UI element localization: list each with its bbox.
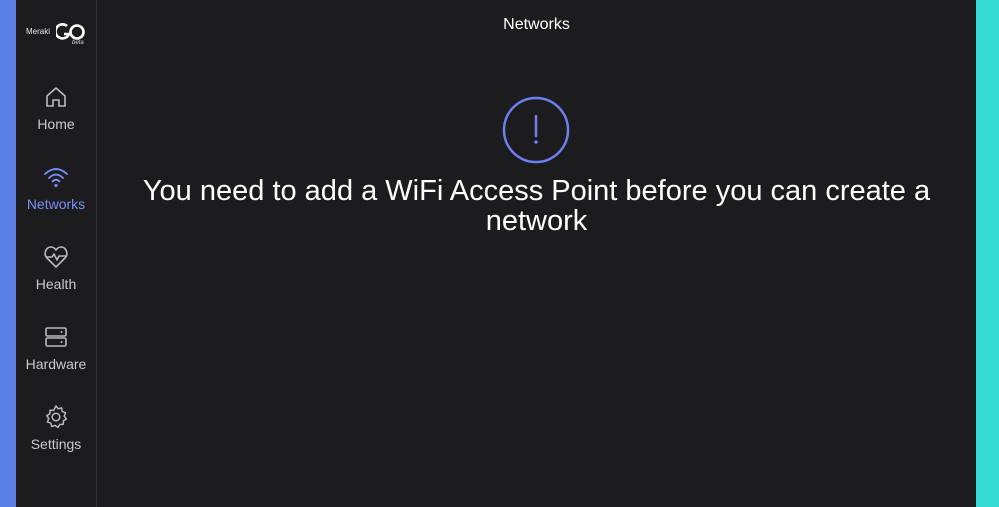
sidebar-item-hardware[interactable]: Hardware bbox=[16, 320, 96, 384]
empty-state-message: You need to add a WiFi Access Point befo… bbox=[142, 175, 931, 237]
sidebar-item-home[interactable]: Home bbox=[16, 80, 96, 144]
main-content: Networks You need to add a WiFi Access P… bbox=[97, 0, 976, 507]
page-title: Networks bbox=[503, 16, 570, 33]
wifi-icon bbox=[44, 168, 68, 188]
left-accent-strip bbox=[0, 0, 16, 507]
sidebar-item-label: Home bbox=[37, 116, 75, 132]
meraki-go-logo: Meraki beta bbox=[26, 20, 92, 50]
sidebar: Meraki beta Home Networks Health Hardwar… bbox=[16, 0, 97, 507]
go-logo-icon bbox=[56, 23, 85, 40]
home-icon bbox=[46, 87, 66, 107]
server-icon bbox=[45, 327, 67, 347]
sidebar-item-health[interactable]: Health bbox=[16, 240, 96, 304]
right-accent-strip bbox=[976, 0, 999, 507]
gear-icon bbox=[46, 405, 68, 429]
sidebar-item-label: Health bbox=[35, 276, 77, 292]
logo-beta-tag: beta bbox=[72, 40, 84, 46]
sidebar-item-networks[interactable]: Networks bbox=[16, 160, 96, 224]
alert-circle-icon bbox=[502, 96, 570, 164]
sidebar-item-settings[interactable]: Settings bbox=[16, 400, 96, 464]
logo-brand: Meraki bbox=[26, 27, 51, 36]
sidebar-item-label: Settings bbox=[30, 436, 82, 452]
sidebar-item-label: Hardware bbox=[25, 356, 87, 372]
sidebar-item-label: Networks bbox=[26, 196, 86, 212]
heart-pulse-icon bbox=[44, 246, 68, 268]
